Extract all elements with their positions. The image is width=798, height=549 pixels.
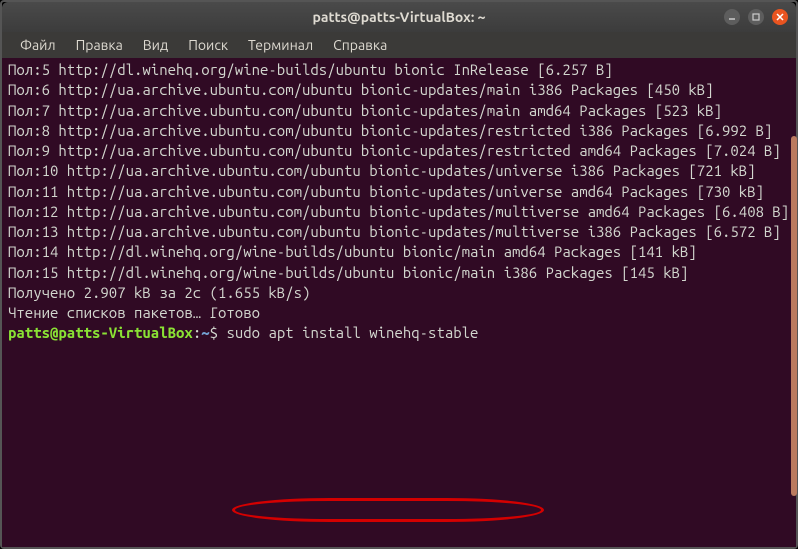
minimize-icon — [728, 13, 736, 21]
terminal-line: Чтение списков пакетов… Готово — [8, 303, 790, 323]
menubar: Файл Правка Вид Поиск Терминал Справка — [2, 32, 796, 58]
terminal-line: Пол:11 http://ua.archive.ubuntu.com/ubun… — [8, 182, 790, 202]
terminal-output[interactable]: Пол:5 http://dl.winehq.org/wine-builds/u… — [2, 58, 796, 547]
terminal-line: Пол:10 http://ua.archive.ubuntu.com/ubun… — [8, 161, 790, 181]
terminal-line: Пол:6 http://ua.archive.ubuntu.com/ubunt… — [8, 80, 790, 100]
prompt-dollar: $ — [210, 324, 227, 341]
prompt-user-host: patts@patts-VirtualBox — [8, 324, 193, 341]
terminal-line: Пол:15 http://dl.winehq.org/wine-builds/… — [8, 263, 790, 283]
scrollbar-thumb[interactable] — [791, 136, 797, 496]
menu-edit[interactable]: Правка — [68, 35, 131, 55]
maximize-icon — [752, 13, 760, 21]
terminal-line: Пол:8 http://ua.archive.ubuntu.com/ubunt… — [8, 121, 790, 141]
prompt-colon: : — [193, 324, 201, 341]
titlebar[interactable]: patts@patts-VirtualBox: ~ — [2, 2, 796, 32]
menu-help[interactable]: Справка — [325, 35, 395, 55]
terminal-line: Пол:13 http://ua.archive.ubuntu.com/ubun… — [8, 222, 790, 242]
close-icon — [776, 13, 784, 21]
scrollbar[interactable] — [790, 56, 798, 549]
maximize-button[interactable] — [748, 9, 764, 25]
close-button[interactable] — [772, 9, 788, 25]
window-title: patts@patts-VirtualBox: ~ — [313, 9, 486, 25]
menu-file[interactable]: Файл — [12, 35, 64, 55]
terminal-line: Получено 2.907 kB за 2с (1.655 kB/s) — [8, 283, 790, 303]
terminal-line: Пол:5 http://dl.winehq.org/wine-builds/u… — [8, 60, 790, 80]
terminal-window: patts@patts-VirtualBox: ~ Файл Правка Ви… — [2, 2, 796, 547]
terminal-line: Пол:9 http://ua.archive.ubuntu.com/ubunt… — [8, 141, 790, 161]
terminal-line: Пол:14 http://dl.winehq.org/wine-builds/… — [8, 242, 790, 262]
prompt-command: sudo apt install winehq-stable — [226, 324, 478, 341]
prompt-path: ~ — [201, 324, 209, 341]
terminal-line: Пол:7 http://ua.archive.ubuntu.com/ubunt… — [8, 101, 790, 121]
window-controls — [724, 9, 788, 25]
menu-terminal[interactable]: Терминал — [240, 35, 321, 55]
prompt-line[interactable]: patts@patts-VirtualBox:~$ sudo apt insta… — [8, 323, 790, 343]
menu-view[interactable]: Вид — [135, 35, 176, 55]
menu-search[interactable]: Поиск — [180, 35, 236, 55]
terminal-line: Пол:12 http://ua.archive.ubuntu.com/ubun… — [8, 202, 790, 222]
minimize-button[interactable] — [724, 9, 740, 25]
